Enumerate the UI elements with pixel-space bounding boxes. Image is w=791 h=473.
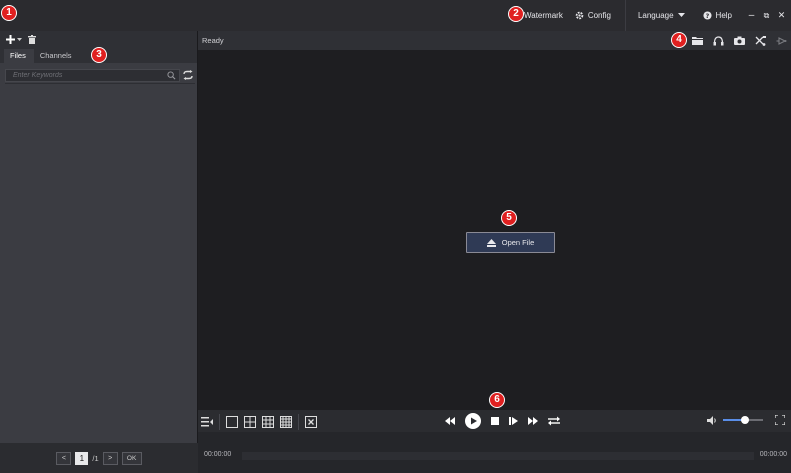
- open-file-button[interactable]: Open File: [466, 232, 555, 253]
- callout-badge-1: 1: [1, 5, 17, 21]
- delete-button[interactable]: [28, 35, 36, 44]
- playback-control-bar: [198, 410, 791, 432]
- rewind-icon[interactable]: [445, 417, 455, 425]
- divider: [298, 414, 299, 430]
- plus-icon: [6, 35, 15, 44]
- open-file-label: Open File: [501, 238, 535, 247]
- page-ok-button[interactable]: OK: [121, 451, 142, 465]
- title-divider: [624, 0, 626, 31]
- video-display: Open File: [198, 50, 791, 410]
- restore-button[interactable]: ⧉: [759, 11, 774, 21]
- next-page-button[interactable]: >: [102, 451, 118, 465]
- help-label: Help: [715, 11, 732, 20]
- step-forward-icon[interactable]: [509, 417, 518, 425]
- tab-files[interactable]: Files: [4, 49, 34, 63]
- help-icon: ?: [702, 11, 712, 20]
- sync-play-icon[interactable]: [548, 416, 560, 426]
- audio-headset-icon[interactable]: [713, 35, 724, 46]
- layout-3x3-icon[interactable]: [262, 416, 274, 428]
- layout-1x1-icon[interactable]: [226, 416, 238, 428]
- caret-down-icon: [677, 13, 685, 18]
- gear-icon: [575, 11, 584, 20]
- page-number-input[interactable]: 1: [75, 451, 89, 465]
- volume-knob[interactable]: [741, 416, 749, 424]
- pagination: < 1 /1 > OK: [0, 443, 198, 473]
- trash-icon: [28, 35, 36, 44]
- layout-2x2-icon[interactable]: [244, 416, 256, 428]
- callout-badge-3: 3: [91, 47, 107, 63]
- volume-speaker-icon[interactable]: [707, 415, 717, 425]
- player-top-bar: Ready: [198, 31, 791, 50]
- file-list-panel: Files Channels < 1 /1 > OK: [0, 31, 198, 473]
- search-icon[interactable]: [167, 71, 176, 80]
- callout-badge-5: 5: [501, 210, 517, 226]
- progress-track[interactable]: [242, 452, 754, 460]
- snapshot-camera-icon[interactable]: [734, 36, 745, 45]
- watermark-label: Watermark: [524, 11, 563, 20]
- title-bar: Watermark Config Language ? Help – ⧉ ✕: [0, 0, 791, 31]
- close-all-windows-icon[interactable]: [305, 416, 317, 428]
- divider: [219, 414, 220, 430]
- volume-controls: [707, 415, 785, 425]
- stop-icon[interactable]: [491, 417, 499, 425]
- config-label: Config: [587, 11, 611, 20]
- current-time: 00:00:00: [204, 451, 232, 458]
- title-bar-actions: Watermark Config Language ? Help – ⧉ ✕: [511, 0, 791, 31]
- search-box: [5, 69, 180, 82]
- prev-page-button[interactable]: <: [56, 451, 72, 465]
- language-label: Language: [637, 11, 674, 20]
- fast-forward-icon[interactable]: [528, 417, 538, 425]
- language-dropdown[interactable]: Language: [638, 11, 685, 20]
- search-input[interactable]: [6, 70, 166, 81]
- svg-text:?: ?: [705, 13, 709, 20]
- page-total: /1: [92, 453, 99, 463]
- cast-output-icon[interactable]: [776, 36, 787, 46]
- total-time: 00:00:00: [759, 451, 787, 458]
- caret-down-icon: [17, 37, 22, 41]
- layout-4x4-icon[interactable]: [280, 416, 292, 428]
- close-button[interactable]: ✕: [774, 10, 789, 21]
- config-button[interactable]: Config: [575, 11, 611, 20]
- clip-scissors-icon[interactable]: [755, 35, 766, 46]
- callout-badge-2: 2: [508, 6, 524, 22]
- callout-badge-6: 6: [489, 392, 505, 408]
- playlist-toggle-icon[interactable]: [201, 416, 213, 428]
- timeline-bar: 00:00:00 00:00:00: [198, 432, 791, 473]
- tab-channels[interactable]: Channels: [34, 49, 80, 63]
- status-text: Ready: [202, 36, 224, 45]
- file-list: [5, 83, 195, 84]
- volume-slider[interactable]: [723, 415, 763, 425]
- open-folder-icon[interactable]: [692, 36, 703, 45]
- fullscreen-icon[interactable]: [775, 415, 785, 425]
- refresh-icon[interactable]: [183, 70, 193, 80]
- file-toolbar: [0, 31, 197, 48]
- minimize-button[interactable]: –: [744, 10, 759, 21]
- add-file-button[interactable]: [6, 35, 22, 44]
- play-icon[interactable]: [465, 413, 481, 429]
- playback-buttons: [445, 413, 560, 429]
- eject-icon: [486, 238, 496, 247]
- help-button[interactable]: ? Help: [702, 11, 732, 20]
- player-tools: [692, 33, 787, 48]
- callout-badge-4: 4: [671, 32, 687, 48]
- layout-switcher: [201, 414, 317, 430]
